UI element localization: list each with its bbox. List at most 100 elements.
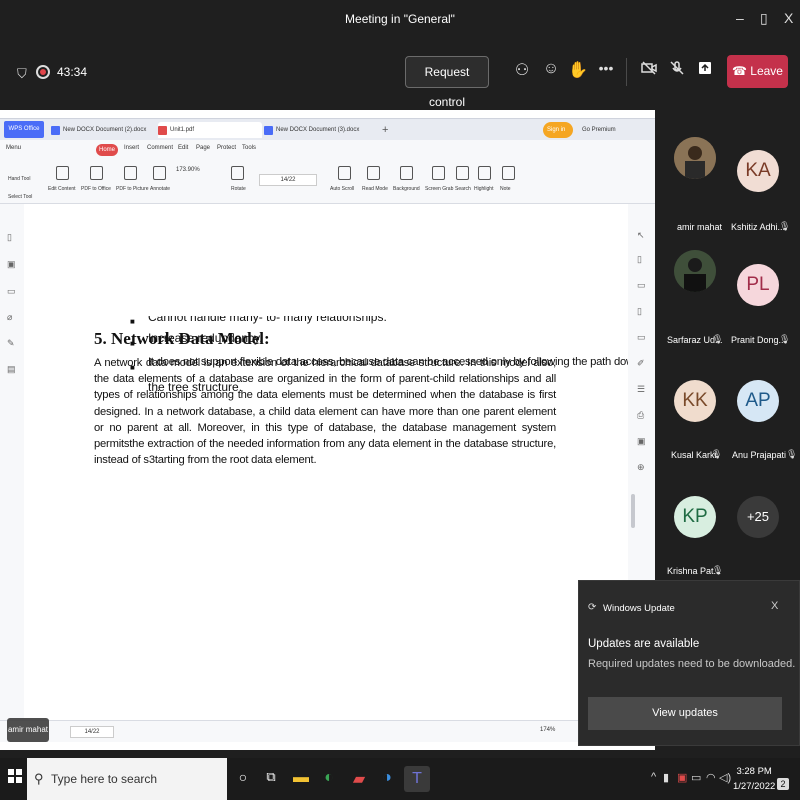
tray-icon[interactable]: ▭ [691,771,701,784]
panel-tool-icon[interactable]: ▯ [637,306,642,317]
mic-off-icon[interactable] [666,60,688,81]
highlight-icon [478,166,491,180]
comment-icon[interactable]: ▭ [7,286,16,297]
auto-scroll-button[interactable]: Auto Scroll [330,186,354,192]
tray-icon[interactable]: ▮ [663,771,669,784]
attachment-icon[interactable]: ⌀ [7,312,12,323]
signature-icon[interactable]: ✎ [7,338,15,349]
doc-tab[interactable]: New DOCX Document (2).docx [51,122,151,138]
panel-tool-icon[interactable]: ▯ [637,254,642,265]
print-icon[interactable]: ⎙ [637,410,644,421]
avatar[interactable]: KK [674,380,716,422]
wifi-icon[interactable]: ◠ [706,771,716,784]
document-area: ▯ ▣ ▭ ⌀ ✎ ▤ ■ ■ ■ Cannot handle many- to… [0,204,655,720]
maximize-button[interactable]: ▯ [760,10,768,27]
wps-logo[interactable]: WPS Office [4,121,44,138]
pdf-app-icon[interactable]: ▰ [348,769,370,789]
doc-tab[interactable]: New DOCX Document (3).docx [264,122,370,138]
minimize-button[interactable]: – [736,10,744,26]
zoom-icon[interactable]: ⊕ [637,462,645,473]
edge-beta-icon[interactable]: ◐ [318,769,340,789]
menu-item-tools[interactable]: Tools [242,145,256,151]
read-mode-button[interactable]: Read Mode [362,186,388,192]
share-icon[interactable] [694,60,716,81]
menu-item-home[interactable]: Home [96,144,118,156]
avatar[interactable]: KP [674,496,716,538]
screen-grab-icon [432,166,445,180]
doc-tab[interactable]: Unit1.pdf [158,122,262,138]
note-button[interactable]: Note [500,186,511,192]
menu-item-insert[interactable]: Insert [124,145,139,151]
panel-tool-icon[interactable]: ▭ [637,280,646,291]
teams-icon[interactable]: T [404,766,430,792]
background-button[interactable]: Background [393,186,420,192]
mic-off-icon: 🎙 [712,565,724,575]
tray-expand-icon[interactable]: ^ [651,771,656,783]
menu-item-protect[interactable]: Protect [217,145,236,151]
annotate-button[interactable]: Annotate [150,186,170,192]
page-number-input[interactable]: 14/22 [259,174,317,186]
zoom-value[interactable]: 173.90% [176,167,200,173]
panel-tool-icon[interactable]: ▣ [637,436,646,447]
people-icon[interactable]: ⚇ [511,60,533,80]
search-button[interactable]: Search [455,186,471,192]
avatar[interactable] [674,250,716,292]
more-options-icon[interactable]: ••• [595,60,617,76]
taskbar-search[interactable]: ⚲ Type here to search [27,758,227,800]
menu-item-comment[interactable]: Comment [147,145,173,151]
start-button[interactable] [4,769,26,789]
rotate-button[interactable]: Rotate [231,186,246,192]
camera-off-icon[interactable] [638,60,660,81]
pdf-to-picture-button[interactable]: PDF to Picture [116,186,149,192]
panel-tool-icon[interactable]: ☰ [637,384,645,395]
shield-icon: ⛉ [17,66,27,81]
status-zoom[interactable]: 174% [540,727,555,733]
chat-icon[interactable]: ☺ [540,60,562,78]
notification-badge[interactable]: 2 [777,778,789,790]
avatar[interactable]: PL [737,264,779,306]
avatar[interactable] [674,137,716,179]
volume-icon[interactable]: ◁) [719,771,731,784]
panel-tool-icon[interactable]: ▭ [637,332,646,343]
tray-icon[interactable]: ▣ [677,771,687,784]
premium-link[interactable]: Go Premium [578,122,616,138]
more-participants-button[interactable]: +25 [737,496,779,538]
pdf-to-office-button[interactable]: PDF to Office [81,186,111,192]
menu-item-edit[interactable]: Edit [178,145,188,151]
taskbar-clock[interactable]: 3:28 PM 1/27/2022 [733,764,775,794]
thumbnail-icon[interactable]: ▣ [7,259,16,270]
highlight-button[interactable]: Highlight [474,186,493,192]
task-view-icon[interactable]: ⧉ [260,769,282,789]
brush-icon[interactable]: ✐ [637,358,645,369]
close-icon[interactable]: X [771,600,778,612]
menu-item-page[interactable]: Page [196,145,210,151]
bookmark-icon[interactable]: ▯ [7,232,12,243]
status-page-input[interactable]: 14/22 [70,726,114,738]
menu-item-menu[interactable]: Menu [6,145,21,151]
notification-title: Updates are available [588,638,700,650]
view-updates-button[interactable]: View updates [588,697,782,730]
raise-hand-icon[interactable]: ✋ [567,60,589,80]
file-explorer-icon[interactable]: ▬ [290,769,312,789]
screen-grab-button[interactable]: Screen Grab [425,186,453,192]
mic-off-icon: 🎙 [779,221,791,231]
avatar[interactable]: KA [737,150,779,192]
scrollbar[interactable] [631,494,635,528]
cortana-icon[interactable]: ○ [232,769,254,789]
close-button[interactable]: X [784,10,793,26]
edge-icon[interactable]: ◑ [376,769,398,789]
new-tab-icon[interactable]: + [370,122,388,138]
annotate-icon [153,166,166,180]
windows-update-notification: ⟳ Windows Update X Updates are available… [578,580,800,746]
leave-button[interactable]: ☎ Leave [727,55,788,88]
avatar[interactable]: AP [737,380,779,422]
edit-content-button[interactable]: Edit Content [48,186,76,192]
sign-in-button[interactable]: Sign in [543,122,573,138]
layers-icon[interactable]: ▤ [7,364,16,375]
meeting-toolbar: ⛉ 43:34 Request control ⚇ ☺ ✋ ••• ☎ Leav… [0,40,800,109]
hand-tool-button[interactable]: Hand Tool [8,176,30,182]
request-control-button[interactable]: Request control [405,56,489,109]
select-tool-button[interactable]: Select Tool [8,194,32,200]
cursor-icon: ↖ [637,230,645,240]
bullet-text: Cannot handle many- to- many relationshi… [148,310,387,324]
